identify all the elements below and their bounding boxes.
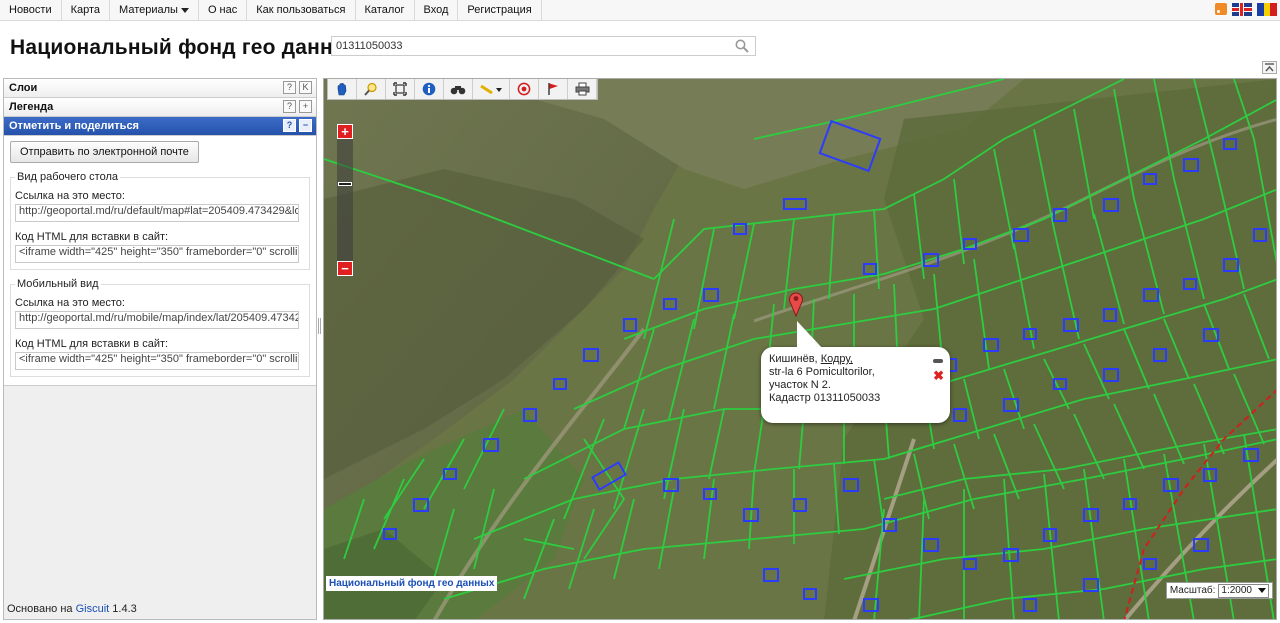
collapse-left-icon[interactable]: K <box>299 81 312 94</box>
desktop-embed-field[interactable]: <iframe width="425" height="350" framebo… <box>15 245 299 263</box>
desktop-view-legend: Вид рабочего стола <box>17 171 118 183</box>
collapse-header-button[interactable] <box>1262 61 1277 74</box>
map-view[interactable]: + − Кишинёв, Кодру, str-la 6 Pomicultori… <box>323 78 1277 620</box>
footer-note: Основано на Giscuit 1.4.3 <box>7 603 137 615</box>
flag-tool-button[interactable] <box>539 79 568 99</box>
mobile-view-fieldset: Мобильный вид Ссылка на это место: http:… <box>10 278 310 377</box>
legend-title: Легенда <box>9 101 54 113</box>
zoom-slider-handle[interactable] <box>338 182 352 186</box>
popup-tail <box>797 321 823 349</box>
desktop-embed-label: Код HTML для вставки в сайт: <box>15 231 169 243</box>
mobile-link-label: Ссылка на это место: <box>15 297 125 309</box>
zoom-slider[interactable]: + − <box>337 124 353 276</box>
expand-plus-icon[interactable]: + <box>299 100 312 113</box>
search-icon[interactable] <box>735 39 749 53</box>
flag-uk-icon[interactable] <box>1232 3 1252 16</box>
nav-news[interactable]: Новости <box>0 0 62 21</box>
chevron-down-icon <box>180 7 189 13</box>
desktop-link-field[interactable]: http://geoportal.md/ru/default/map#lat=2… <box>15 204 299 222</box>
pan-tool-button[interactable] <box>328 79 357 99</box>
desktop-view-fieldset: Вид рабочего стола Ссылка на это место: … <box>10 171 310 270</box>
footer-prefix: Основано на <box>7 603 73 615</box>
nav-catalog[interactable]: Каталог <box>356 0 415 21</box>
collapse-minus-icon[interactable]: − <box>299 119 312 132</box>
page-header: Национальный фонд гео данных <box>0 22 1280 74</box>
search-box <box>331 36 756 56</box>
mobile-link-field[interactable]: http://geoportal.md/ru/mobile/map/index/… <box>15 311 299 329</box>
nav-about[interactable]: О нас <box>199 0 248 21</box>
info-tool-button[interactable] <box>415 79 444 99</box>
panel-splitter[interactable] <box>318 318 321 334</box>
flag-icon <box>548 83 558 95</box>
help-icon[interactable]: ? <box>283 81 296 94</box>
measure-icon <box>480 84 502 95</box>
full-extent-icon <box>393 82 407 96</box>
top-right-icons <box>1215 3 1278 16</box>
nav-materials[interactable]: Материалы <box>110 0 199 21</box>
mobile-view-legend: Мобильный вид <box>17 278 99 290</box>
share-panel: Отправить по электронной почте Вид рабоч… <box>4 136 316 386</box>
accordion-legend[interactable]: Легенда ? + <box>4 98 316 117</box>
popup-district-link[interactable]: Кодру, <box>821 353 853 365</box>
print-icon <box>575 82 589 96</box>
target-icon <box>517 82 531 96</box>
accordion-share[interactable]: Отметить и поделиться ? − <box>4 117 316 136</box>
parcel-info-popup: Кишинёв, Кодру, str-la 6 Pomicultorilor,… <box>761 321 950 423</box>
rss-icon[interactable] <box>1215 3 1227 15</box>
help-icon[interactable]: ? <box>283 100 296 113</box>
print-tool-button[interactable] <box>568 79 597 99</box>
nav-map[interactable]: Карта <box>62 0 111 21</box>
popup-city: Кишинёв, <box>769 353 818 365</box>
mobile-embed-label: Код HTML для вставки в сайт: <box>15 338 169 350</box>
flag-romania-icon[interactable] <box>1257 3 1278 16</box>
search-tool-button[interactable] <box>444 79 473 99</box>
chevron-down-icon <box>1258 588 1266 593</box>
map-toolbar <box>327 79 598 100</box>
target-tool-button[interactable] <box>510 79 539 99</box>
share-title: Отметить и поделиться <box>9 120 139 132</box>
scale-value: 1:2000 <box>1221 585 1252 596</box>
layers-title: Слои <box>9 82 38 94</box>
measure-tool-button[interactable] <box>473 79 510 99</box>
popup-parcel: участок N 2. <box>769 379 831 391</box>
giscuit-link[interactable]: Giscuit <box>76 603 110 615</box>
map-attribution[interactable]: Национальный фонд гео данных <box>326 576 498 591</box>
popup-minimize-icon[interactable] <box>933 359 943 363</box>
top-navigation: Новости Карта Материалы О нас Как пользо… <box>0 0 1280 21</box>
left-panel: Слои ? K Легенда ? + Отметить и поделиться… <box>3 78 317 620</box>
mobile-embed-field[interactable]: <iframe width="425" height="350" framebo… <box>15 352 299 370</box>
pan-icon <box>337 83 347 96</box>
nav-materials-label: Материалы <box>119 4 178 16</box>
popup-close-icon[interactable]: ✖ <box>933 369 944 382</box>
scale-control: Масштаб: 1:2000 <box>1165 582 1273 599</box>
collapse-up-icon <box>1265 63 1274 72</box>
zoom-out-button[interactable]: − <box>337 261 353 276</box>
map-pin-icon[interactable] <box>788 291 804 317</box>
info-icon <box>422 82 436 96</box>
popup-cadastre: Кадастр 01311050033 <box>769 392 881 404</box>
site-title: Национальный фонд гео данных <box>10 36 363 59</box>
desktop-link-label: Ссылка на это место: <box>15 190 125 202</box>
scale-select[interactable]: 1:2000 <box>1218 583 1269 598</box>
help-icon[interactable]: ? <box>283 119 296 132</box>
popup-address-line: Кишинёв, Кодру, <box>769 353 942 366</box>
footer-version: 1.4.3 <box>112 603 137 615</box>
send-email-button[interactable]: Отправить по электронной почте <box>10 141 199 163</box>
zoom-in-button[interactable]: + <box>337 124 353 139</box>
popup-street: str-la 6 Pomicultorilor, <box>769 366 875 378</box>
binoculars-icon <box>450 86 466 95</box>
search-input[interactable] <box>332 37 722 55</box>
full-extent-button[interactable] <box>386 79 415 99</box>
zoom-box-button[interactable] <box>357 79 386 99</box>
nav-how-to-use[interactable]: Как пользоваться <box>247 0 356 21</box>
accordion-layers[interactable]: Слои ? K <box>4 79 316 98</box>
nav-login[interactable]: Вход <box>415 0 459 21</box>
zoom-box-icon <box>364 82 377 96</box>
nav-register[interactable]: Регистрация <box>458 0 542 21</box>
scale-label: Масштаб: <box>1169 585 1216 596</box>
